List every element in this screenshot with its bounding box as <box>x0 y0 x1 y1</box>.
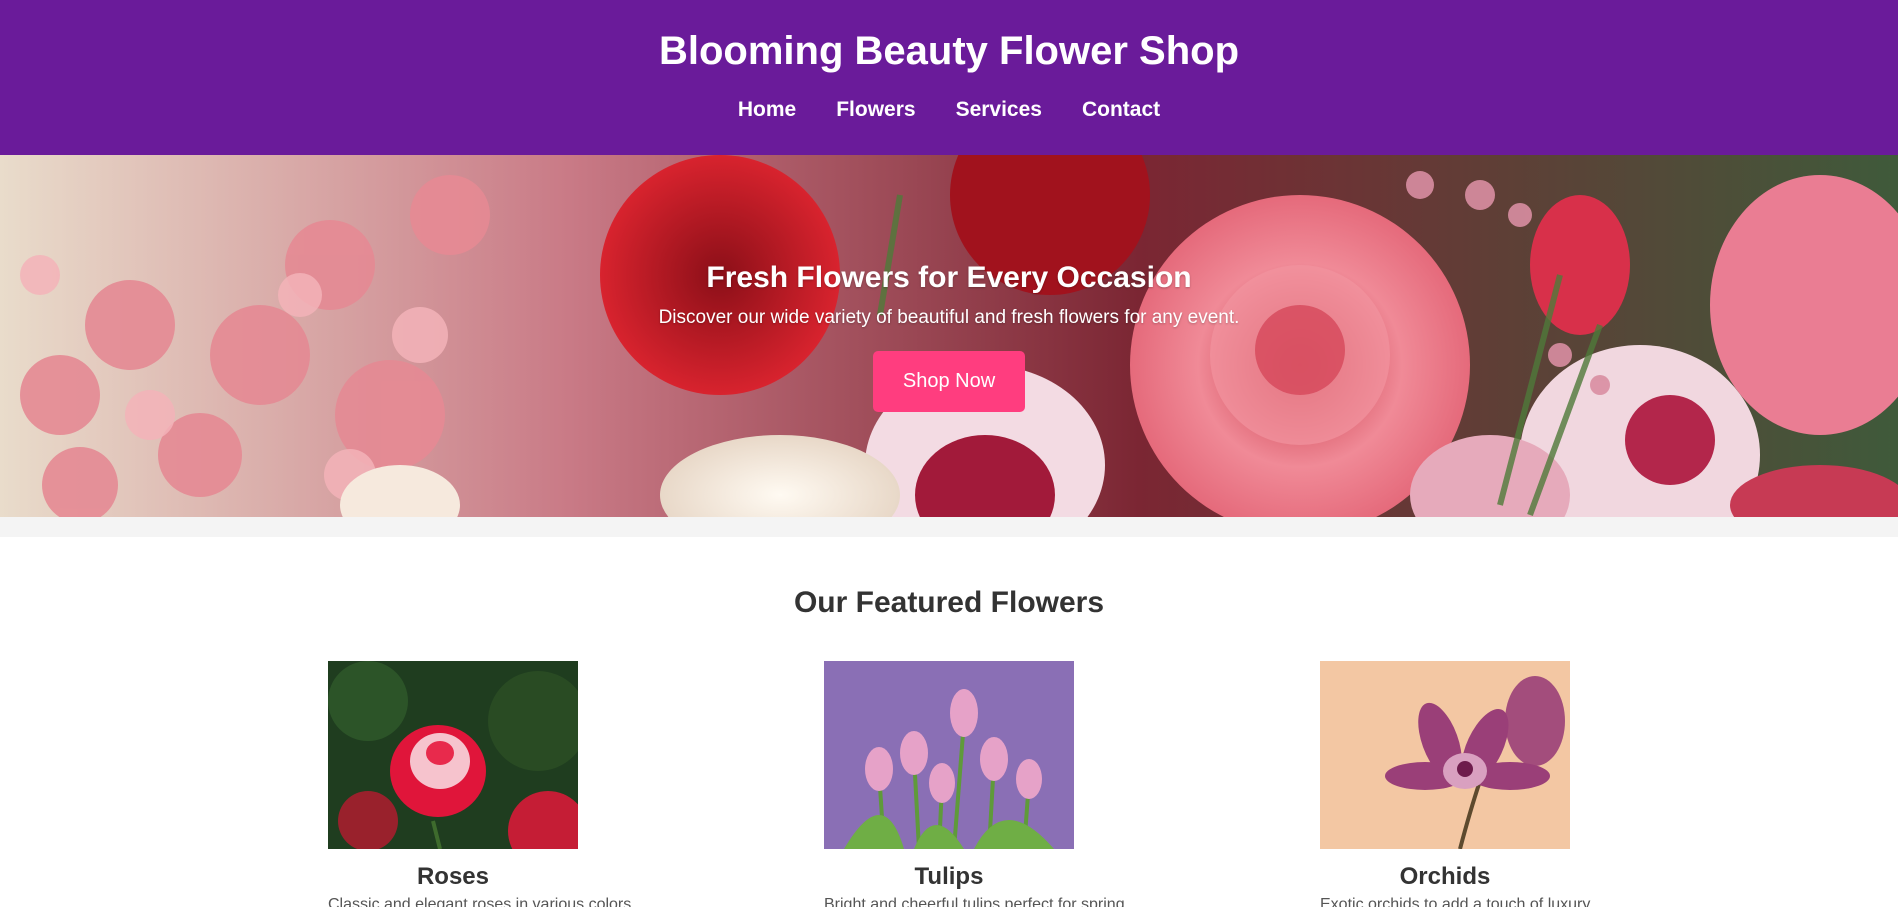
hero-subtitle: Discover our wide variety of beautiful a… <box>658 307 1240 328</box>
flower-card-tulips[interactable]: Tulips Bright and cheerful tulips perfec… <box>824 661 1130 907</box>
flower-card-name: Tulips <box>914 863 984 890</box>
featured-title: Our Featured Flowers <box>793 586 1105 619</box>
flower-card-description: Exotic orchids to add a touch of luxury. <box>1320 896 1594 907</box>
orchids-image <box>1320 661 1570 849</box>
nav-link-flowers[interactable]: Flowers <box>816 96 935 124</box>
roses-image <box>328 661 578 849</box>
nav-link-contact[interactable]: Contact <box>1062 96 1180 124</box>
flower-card-name: Roses <box>416 863 490 890</box>
tulips-image <box>824 661 1074 849</box>
flower-card-orchids[interactable]: Orchids Exotic orchids to add a touch of… <box>1320 661 1594 907</box>
hero-title: Fresh Flowers for Every Occasion <box>706 261 1192 294</box>
site-title: Blooming Beauty Flower Shop <box>658 29 1240 73</box>
hero-content: Fresh Flowers for Every Occasion Discove… <box>0 260 1898 412</box>
section-divider <box>0 517 1898 537</box>
flower-card-description: Bright and cheerful tulips perfect for s… <box>824 896 1130 907</box>
nav-link-home[interactable]: Home <box>718 96 816 124</box>
flower-card-roses[interactable]: Roses Classic and elegant roses in vario… <box>328 661 636 907</box>
featured-section: Our Featured Flowers Roses Classic and e… <box>0 537 1898 907</box>
site-header: Blooming Beauty Flower Shop Home Flowers… <box>0 0 1898 155</box>
shop-now-button[interactable]: Shop Now <box>872 351 1026 412</box>
main-nav: Home Flowers Services Contact <box>0 96 1898 124</box>
hero-banner: Fresh Flowers for Every Occasion Discove… <box>0 155 1898 517</box>
flower-card-name: Orchids <box>1399 863 1491 890</box>
flower-card-description: Classic and elegant roses in various col… <box>328 896 636 907</box>
flower-cards: Roses Classic and elegant roses in vario… <box>0 661 1898 907</box>
nav-link-services[interactable]: Services <box>936 96 1062 124</box>
